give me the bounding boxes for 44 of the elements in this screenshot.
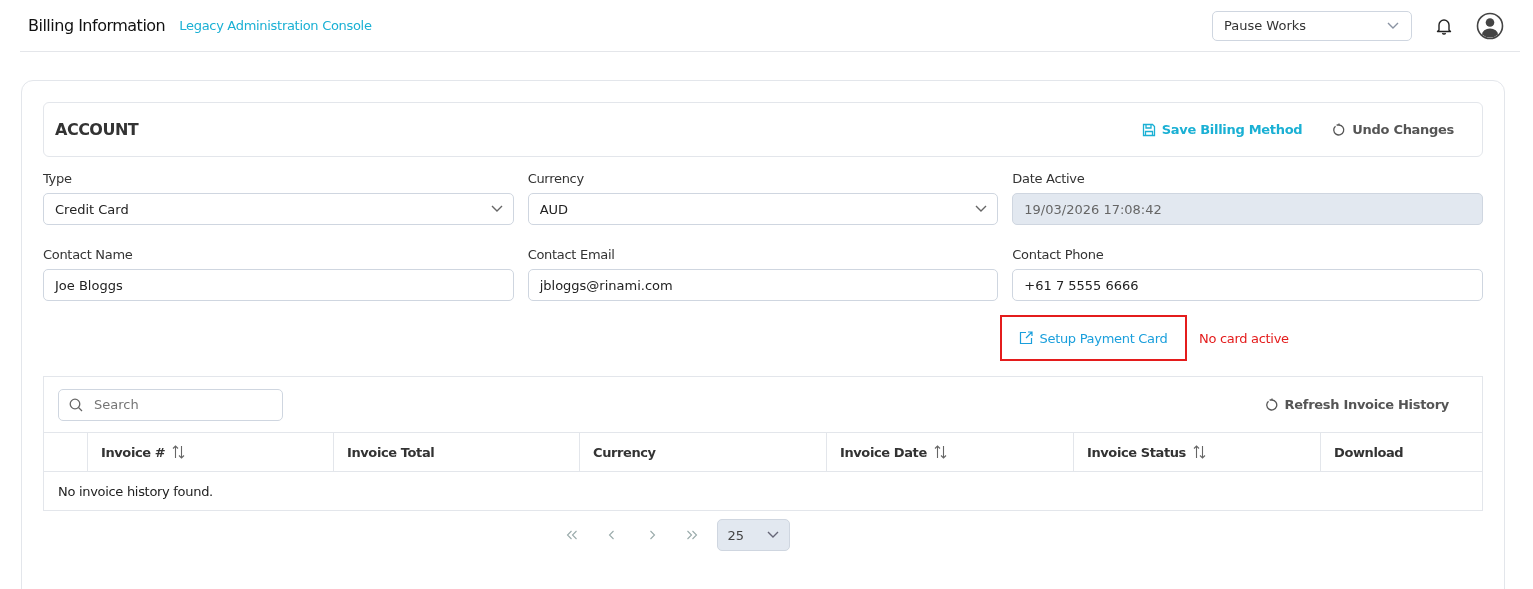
field-label: Currency [527, 171, 585, 186]
column-header[interactable]: Invoice Date [840, 444, 927, 460]
chevron-down-icon [975, 205, 988, 213]
chevron-down-icon [1387, 21, 1399, 30]
page-size-select[interactable]: 25 [716, 519, 790, 551]
user-avatar-icon[interactable] [1476, 11, 1504, 40]
column-header: Currency [593, 444, 656, 460]
card-status: No card active [1199, 330, 1289, 346]
section-title: ACCOUNT [55, 120, 139, 139]
column-header: Invoice Total [347, 444, 435, 460]
sort-icon[interactable] [172, 445, 186, 459]
field-label: Type [43, 171, 73, 186]
page-subtitle: Legacy Administration Console [179, 18, 372, 33]
field-label: Contact Email [527, 247, 616, 262]
input-field[interactable]: Joe Bloggs [43, 269, 514, 301]
refresh-button[interactable]: Refresh Invoice History [1264, 397, 1449, 412]
circular-arrow-icon [1332, 122, 1347, 137]
column-header[interactable]: Invoice Status [1087, 444, 1186, 460]
field-label: Contact Phone [1012, 247, 1105, 262]
sort-icon[interactable] [1192, 445, 1206, 459]
circular-arrow-icon [1264, 397, 1279, 412]
chevron-down-icon [490, 205, 503, 213]
chevron-down-icon [766, 531, 779, 539]
page-title: Billing Information [28, 16, 166, 35]
search-field[interactable]: Search [58, 388, 283, 421]
workspace-select[interactable]: Pause Works [1212, 10, 1412, 41]
input-field[interactable]: +61 7 5555 6666 [1012, 269, 1483, 301]
field-label: Date Active [1012, 171, 1086, 186]
chevron-right-icon [647, 530, 656, 540]
double-chevron-left-icon [565, 530, 578, 540]
select-field[interactable]: Credit Card [43, 193, 514, 225]
sort-icon[interactable] [933, 445, 947, 459]
empty-message: No invoice history found. [58, 483, 213, 499]
field-label: Contact Name [43, 247, 134, 262]
external-link-icon [1019, 331, 1034, 345]
column-header[interactable]: Invoice # [101, 444, 166, 460]
select-field[interactable]: AUD [527, 193, 999, 225]
search-icon [69, 397, 83, 412]
chevron-left-icon [607, 530, 616, 540]
notification-bell-icon[interactable] [1436, 16, 1452, 35]
double-chevron-right-icon [685, 530, 698, 540]
undo-button[interactable]: Undo Changes [1332, 122, 1454, 137]
input-field[interactable]: jbloggs@rinami.com [527, 269, 999, 301]
column-header: Download [1334, 444, 1404, 460]
